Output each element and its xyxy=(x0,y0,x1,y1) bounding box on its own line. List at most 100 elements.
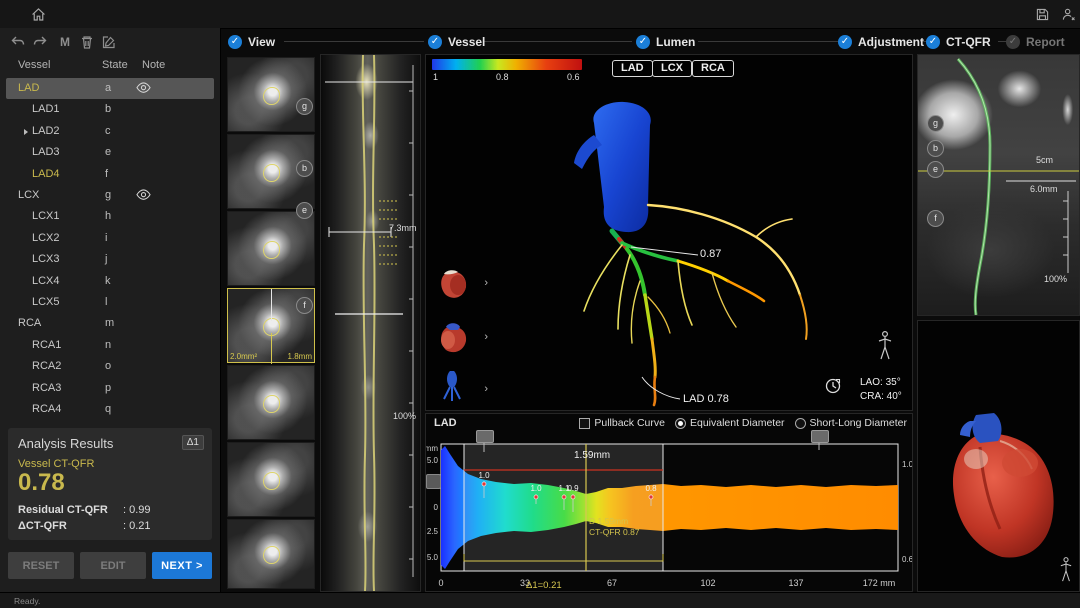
vessel-row-rca2[interactable]: RCA2o xyxy=(6,356,214,377)
reset-button[interactable]: RESET xyxy=(8,552,74,579)
cpr-badge-e[interactable]: e xyxy=(927,161,944,178)
vessel-row-lcx5[interactable]: LCX5l xyxy=(6,292,214,313)
segment-badge-e[interactable]: e xyxy=(296,202,313,219)
delta-label: Δ1=0.21 xyxy=(526,580,562,591)
home-icon[interactable] xyxy=(30,6,47,23)
body-orientation-icon xyxy=(1060,557,1072,583)
vessel-row-lad3[interactable]: LAD3e xyxy=(6,142,214,163)
vessel-row-lcx[interactable]: LCXg xyxy=(6,185,214,206)
edit-icon[interactable] xyxy=(101,34,117,50)
radio-icon[interactable] xyxy=(675,418,686,429)
control-equivalent-diameter[interactable]: Equivalent Diameter xyxy=(675,417,785,429)
step-lumen[interactable]: ✓ Lumen xyxy=(636,33,695,51)
edit-button[interactable]: EDIT xyxy=(80,552,146,579)
redo-icon[interactable] xyxy=(32,34,48,50)
control-pullback-curve[interactable]: Pullback Curve xyxy=(579,417,665,429)
cross-section-thumb-1[interactable] xyxy=(227,57,315,132)
expand-arrow-icon[interactable] xyxy=(24,129,28,135)
vessel-state: e xyxy=(105,146,111,158)
vessel-state: i xyxy=(105,232,107,244)
check-icon: ✓ xyxy=(636,35,650,49)
vessel-row-lcx3[interactable]: LCX3j xyxy=(6,249,214,270)
cpr-badge-f[interactable]: f xyxy=(927,210,944,227)
preset-heart-back[interactable]: › xyxy=(432,317,484,357)
vessel-row-lad4[interactable]: LAD4f xyxy=(6,164,214,185)
vessel-state: p xyxy=(105,382,111,394)
qfr-marker-label: 0.9 xyxy=(567,484,579,493)
preset-heart-front[interactable]: › xyxy=(432,263,484,303)
preset-vessel-tree[interactable]: › xyxy=(432,369,484,403)
vessel-row-rca1[interactable]: RCA1n xyxy=(6,335,214,356)
vessel-row-rca3[interactable]: RCA3p xyxy=(6,378,214,399)
status-bar: Ready. xyxy=(0,592,1080,608)
diameter-plot[interactable]: 1.01.01.10.90.8 03367102137172 mm5.02.50… xyxy=(426,434,912,591)
qfr-marker-pin[interactable] xyxy=(534,495,538,499)
visibility-eye-icon[interactable] xyxy=(136,189,151,201)
qfr-marker-pin[interactable] xyxy=(571,495,575,499)
trim-handle-right[interactable] xyxy=(811,430,829,443)
user-logout-icon[interactable] xyxy=(1060,6,1077,23)
vessel-row-rca[interactable]: RCAm xyxy=(6,313,214,334)
x-axis-tick: 137 xyxy=(788,578,803,588)
vessel-name: RCA xyxy=(18,317,41,329)
vessel-row-lcx4[interactable]: LCX4k xyxy=(6,271,214,292)
vessel-row-lad1[interactable]: LAD1b xyxy=(6,99,214,120)
segment-badge-b[interactable]: b xyxy=(296,160,313,177)
coronary-tree-render xyxy=(426,55,912,410)
marker-m-icon[interactable]: M xyxy=(57,34,73,50)
control-label: Equivalent Diameter xyxy=(690,417,785,429)
vessel-state: f xyxy=(105,168,108,180)
step-report[interactable]: ✓Report xyxy=(1006,33,1065,51)
vessel-row-lad2[interactable]: LAD2c xyxy=(6,121,214,142)
vessel-row-rca4[interactable]: RCA4q xyxy=(6,399,214,420)
cross-section-thumb-6[interactable] xyxy=(227,442,315,517)
col-vessel: Vessel xyxy=(18,59,50,71)
right-axis-tick: 1.0 xyxy=(902,460,912,469)
checkbox-icon[interactable] xyxy=(579,418,590,429)
qfr-marker-pin[interactable] xyxy=(562,495,566,499)
step-ctqfr[interactable]: ✓CT-QFR xyxy=(926,33,991,51)
undo-icon[interactable] xyxy=(10,34,26,50)
trim-handle-left[interactable] xyxy=(476,430,494,443)
vessel-row-lcx1[interactable]: LCX1h xyxy=(6,206,214,227)
save-icon[interactable] xyxy=(1034,6,1051,23)
step-view[interactable]: ✓View xyxy=(228,33,275,51)
vessel-annotation: LAD 0.78 xyxy=(683,393,729,405)
lumen-contour-ring xyxy=(263,241,280,259)
visibility-eye-icon[interactable] xyxy=(136,82,151,94)
curved-mpr-view[interactable]: 5cm 6.0mm 100% gbef xyxy=(917,54,1080,316)
vessel-name: LCX xyxy=(18,189,39,201)
rotate-view-icon[interactable] xyxy=(824,377,842,395)
lumen-contour-ring xyxy=(263,395,280,413)
segment-badge-f[interactable]: f xyxy=(296,297,313,314)
step-label: Lumen xyxy=(656,35,695,49)
qfr-marker-pin[interactable] xyxy=(482,482,486,486)
chart-controls: Pullback Curve Equivalent Diameter Short-L… xyxy=(579,417,907,429)
cross-section-thumb-5[interactable] xyxy=(227,365,315,440)
cpr-badge-g[interactable]: g xyxy=(927,115,944,132)
3d-coronary-viewer[interactable]: 1 0.8 0.6 LAD LCX RCA xyxy=(425,54,913,411)
qfr-marker-pin[interactable] xyxy=(649,495,653,499)
heart-render-view[interactable] xyxy=(917,320,1080,592)
radio-icon[interactable] xyxy=(795,418,806,429)
straightened-vessel-view[interactable]: 7.3mm 100% xyxy=(320,54,421,592)
vessel-row-lad[interactable]: LADa xyxy=(6,78,214,99)
segment-badge-g[interactable]: g xyxy=(296,98,313,115)
step-adjustment[interactable]: ✓Adjustment xyxy=(838,33,924,51)
delete-icon[interactable] xyxy=(79,34,95,50)
check-icon: ✓ xyxy=(838,35,852,49)
analysis-results-panel: Analysis Results Δ1 Vessel CT-QFR 0.78 R… xyxy=(8,428,212,540)
status-text: Ready. xyxy=(14,596,40,606)
col-note: Note xyxy=(142,59,165,71)
cross-section-thumb-3[interactable] xyxy=(227,211,315,286)
control-short-long-diameter[interactable]: Short-Long Diameter xyxy=(795,417,907,429)
cpr-badge-b[interactable]: b xyxy=(927,140,944,157)
step-vessel[interactable]: ✓Vessel xyxy=(428,33,485,51)
vessel-row-lcx2[interactable]: LCX2i xyxy=(6,228,214,249)
chevron-right-icon: › xyxy=(484,383,488,395)
diameter-chart-panel: LAD Pullback CurveEquivalent DiameterSho… xyxy=(425,413,913,592)
axis-handle[interactable] xyxy=(426,474,441,489)
next-button[interactable]: NEXT > xyxy=(152,552,212,579)
cross-section-thumb-7[interactable] xyxy=(227,519,315,589)
left-axis-tick: 5.0 xyxy=(427,456,439,465)
